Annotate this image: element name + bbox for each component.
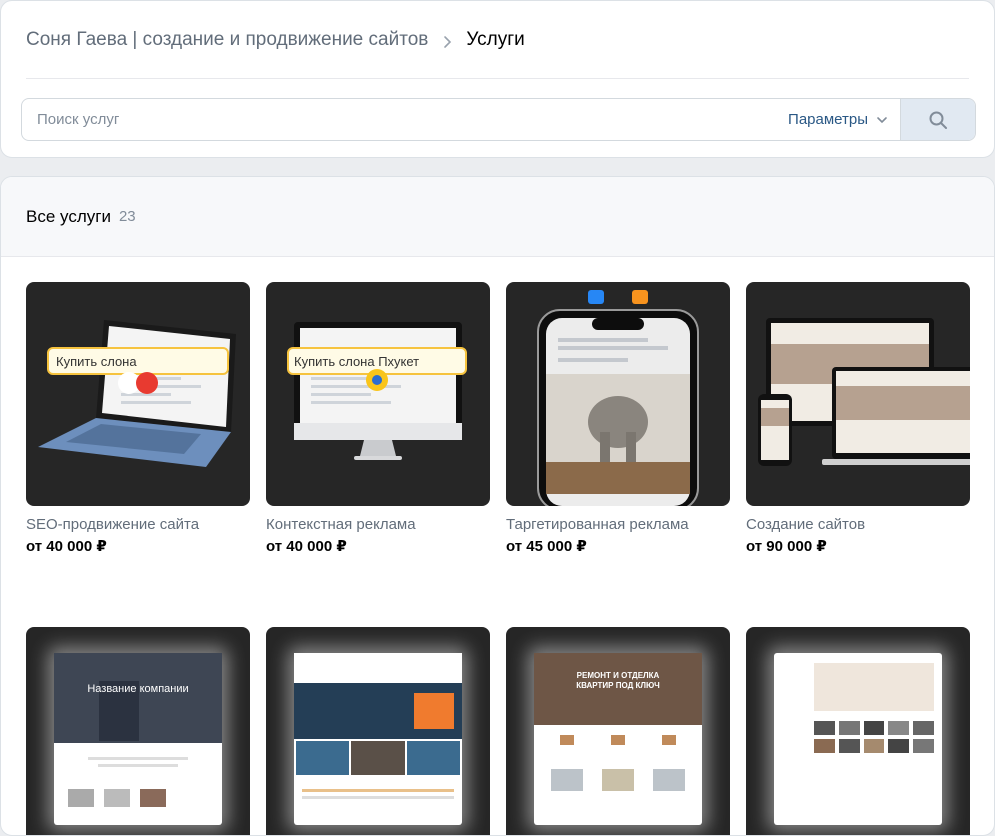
params-dropdown[interactable]: Параметры bbox=[788, 99, 900, 140]
devices-illustration bbox=[758, 318, 970, 466]
search-button[interactable] bbox=[900, 99, 975, 140]
service-price: от 45 000 ₽ bbox=[506, 538, 587, 555]
services-grid: Купить слона SEO-продвижение сайта от 40… bbox=[26, 282, 970, 835]
chevron-right-icon bbox=[442, 33, 452, 48]
breadcrumb-current: Услуги bbox=[466, 29, 525, 50]
service-image bbox=[746, 282, 970, 506]
website-screenshot bbox=[294, 653, 462, 825]
service-item-8[interactable] bbox=[746, 627, 970, 835]
service-item-targeting[interactable]: Таргетированная реклама от 45 000 ₽ bbox=[506, 282, 730, 555]
service-item-seo[interactable]: Купить слона SEO-продвижение сайта от 40… bbox=[26, 282, 250, 555]
service-title: Создание сайтов bbox=[746, 516, 866, 533]
header-card: Соня Гаева | создание и продвижение сайт… bbox=[0, 0, 995, 158]
breadcrumb-group-link[interactable]: Соня Гаева | создание и продвижение сайт… bbox=[26, 29, 428, 51]
service-item-websites[interactable]: Создание сайтов от 90 000 ₽ bbox=[746, 282, 970, 555]
service-image: Купить слона bbox=[26, 282, 250, 506]
thumb-search-text: Купить слона Пхукет bbox=[294, 354, 420, 369]
service-image: Купить слона Пхукет bbox=[266, 282, 490, 506]
website-screenshot: Название компании bbox=[54, 653, 222, 825]
section-count: 23 bbox=[118, 208, 136, 225]
params-label: Параметры bbox=[788, 111, 868, 128]
services-card: Все услуги 23 Купить слона SEO-продвижен… bbox=[0, 176, 995, 836]
service-title: Контекстная реклама bbox=[266, 516, 416, 533]
hero-title: Название компании bbox=[87, 683, 189, 695]
service-item-context-ads[interactable]: Купить слона Пхукет Контекстная реклама … bbox=[266, 282, 490, 555]
service-title: Таргетированная реклама bbox=[506, 516, 689, 533]
service-image bbox=[746, 627, 970, 835]
website-screenshot: РЕМОНТ И ОТДЕЛКА КВАРТИР ПОД КЛЮЧ bbox=[534, 653, 702, 825]
thumb-search-text: Купить слона bbox=[56, 354, 137, 369]
service-price: от 40 000 ₽ bbox=[26, 538, 107, 555]
search-icon bbox=[929, 111, 947, 129]
section-title: Все услуги bbox=[26, 206, 111, 226]
service-item-5[interactable]: Название компании bbox=[26, 627, 250, 835]
service-image: РЕМОНТ И ОТДЕЛКА КВАРТИР ПОД КЛЮЧ bbox=[506, 627, 730, 835]
service-image: Название компании bbox=[26, 627, 250, 835]
section-header: Все услуги 23 bbox=[1, 177, 994, 257]
service-price: от 90 000 ₽ bbox=[746, 538, 827, 555]
breadcrumb: Соня Гаева | создание и продвижение сайт… bbox=[26, 29, 525, 51]
service-image bbox=[506, 282, 730, 506]
search-bar: Параметры bbox=[21, 98, 976, 141]
phone-illustration bbox=[537, 290, 699, 506]
divider bbox=[26, 78, 969, 79]
service-item-7[interactable]: РЕМОНТ И ОТДЕЛКА КВАРТИР ПОД КЛЮЧ bbox=[506, 627, 730, 835]
service-item-6[interactable] bbox=[266, 627, 490, 835]
banner-title: РЕМОНТ И ОТДЕЛКА КВАРТИР ПОД КЛЮЧ bbox=[576, 671, 660, 691]
chevron-down-icon bbox=[877, 116, 887, 123]
website-screenshot bbox=[774, 653, 942, 825]
search-input[interactable] bbox=[22, 99, 789, 140]
service-image bbox=[266, 627, 490, 835]
service-title: SEO-продвижение сайта bbox=[26, 516, 200, 533]
laptop-illustration bbox=[38, 320, 236, 467]
monitor-illustration bbox=[287, 322, 467, 460]
service-price: от 40 000 ₽ bbox=[266, 538, 347, 555]
